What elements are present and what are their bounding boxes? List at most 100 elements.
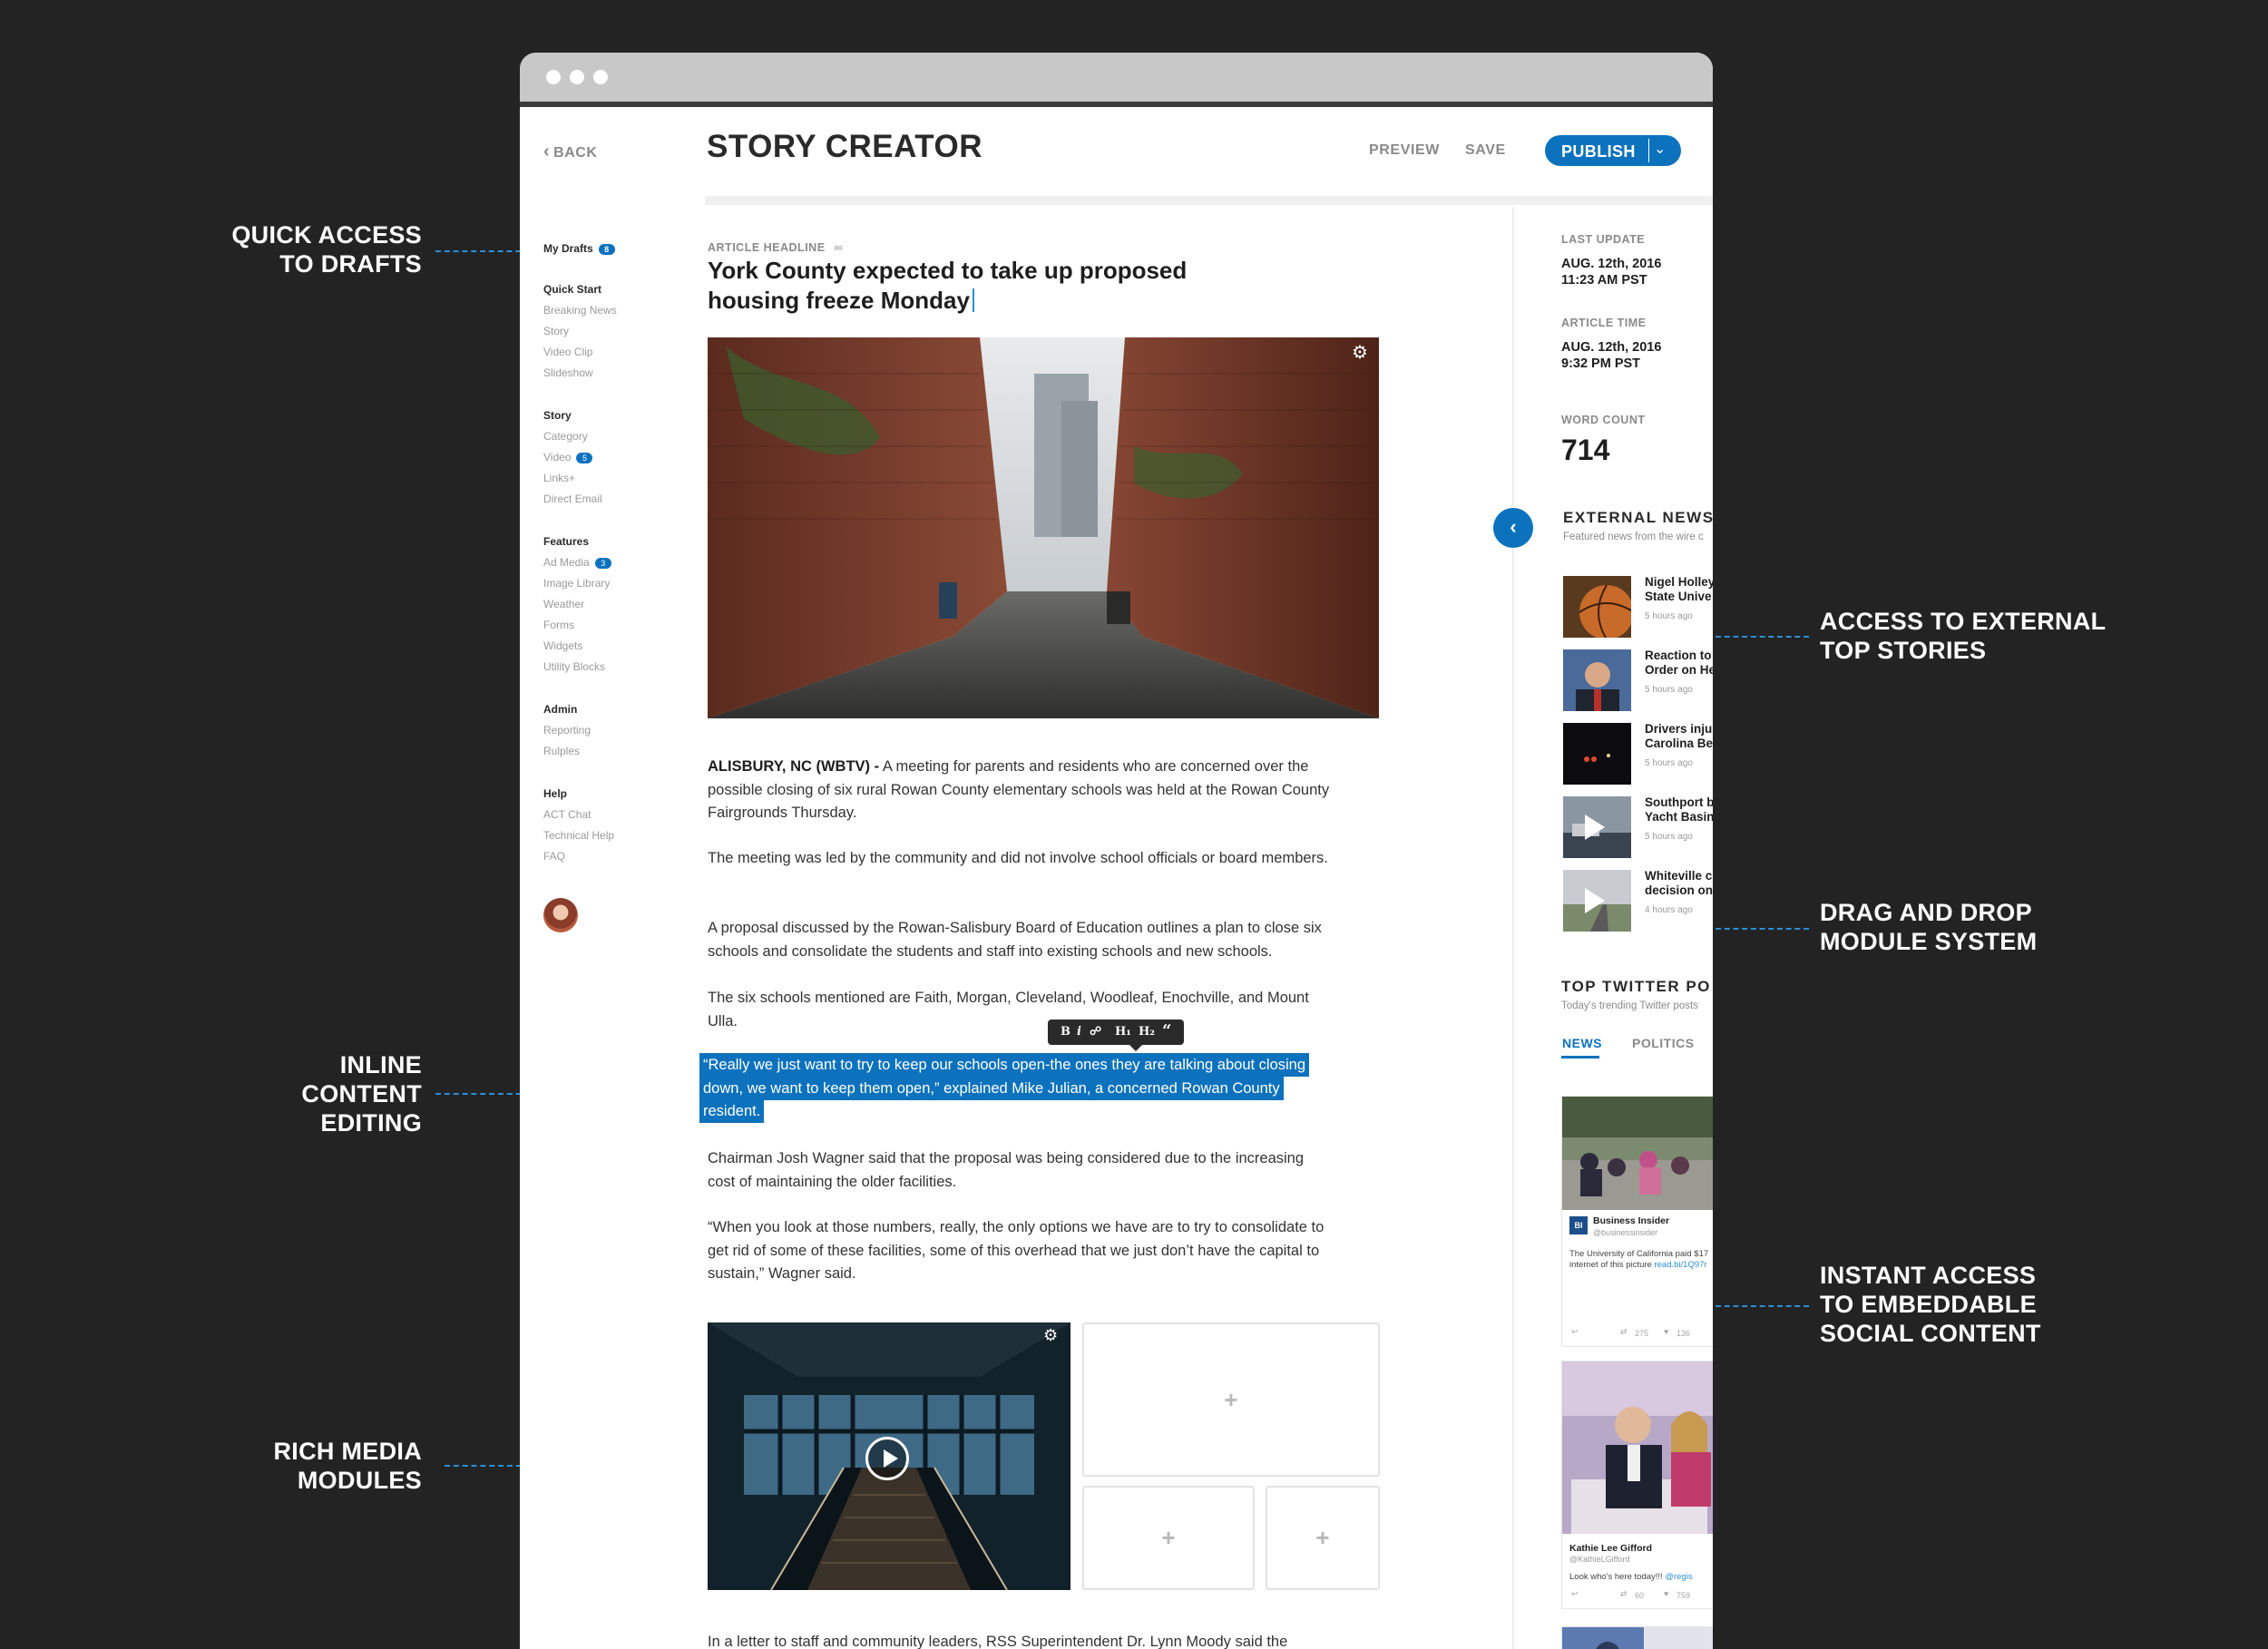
highlighted-quote-selection[interactable]: “Really we just want to try to keep our … xyxy=(703,1054,1311,1124)
news-title-3[interactable]: Drivers inju Carolina Be xyxy=(1645,722,1713,751)
tweet-card-business-insider[interactable]: BI Business Insider @businessinsider The… xyxy=(1561,1096,1713,1347)
article-paragraph-7[interactable]: In a letter to staff and community leade… xyxy=(708,1631,1334,1649)
news-title-1[interactable]: Nigel Holley State Unive xyxy=(1645,575,1713,604)
gear-icon[interactable]: ⚙ xyxy=(1043,1326,1058,1345)
article-paragraph-6[interactable]: “When you look at those numbers, really,… xyxy=(708,1216,1334,1286)
hero-image-alley[interactable]: ⚙ xyxy=(708,337,1379,718)
sidebar-item-category[interactable]: Category xyxy=(543,430,588,443)
tab-news[interactable]: NEWS xyxy=(1562,1036,1602,1050)
sidebar-item-links[interactable]: Links+ xyxy=(543,472,575,484)
sidebar-item-widgets[interactable]: Widgets xyxy=(543,639,582,652)
sidebar-item-story[interactable]: Story xyxy=(543,325,569,337)
play-icon[interactable] xyxy=(1585,815,1605,840)
bold-button[interactable]: B xyxy=(1061,1025,1070,1039)
window-close-dot[interactable] xyxy=(546,70,561,84)
article-paragraph-1[interactable]: ALISBURY, NC (WBTV) - A meeting for pare… xyxy=(708,756,1334,825)
preview-button[interactable]: PREVIEW xyxy=(1369,142,1440,159)
sidebar-item-video[interactable]: Video 5 xyxy=(543,451,593,463)
news-thumb-basketball[interactable] xyxy=(1563,576,1631,638)
video-count-badge: 5 xyxy=(576,452,593,463)
chevron-left-icon: ‹ xyxy=(1510,515,1517,538)
article-time-value: AUG. 12th, 2016 9:32 PM PST xyxy=(1561,340,1662,371)
sidebar-heading-story: Story xyxy=(543,409,572,422)
avatar[interactable] xyxy=(543,898,578,932)
like-icon[interactable]: ♥ xyxy=(1664,1589,1668,1598)
article-paragraph-3[interactable]: A proposal discussed by the Rowan-Salisb… xyxy=(708,917,1334,963)
sidebar-item-direct-email[interactable]: Direct Email xyxy=(543,493,602,505)
window-maximize-dot[interactable] xyxy=(593,70,608,84)
retweet-icon[interactable]: ⇄ xyxy=(1620,1327,1628,1337)
sidebar-item-image-library[interactable]: Image Library xyxy=(543,577,610,590)
reply-icon[interactable]: ↩ xyxy=(1571,1327,1579,1337)
article-paragraph-4[interactable]: The six schools mentioned are Faith, Mor… xyxy=(708,987,1334,1033)
save-button[interactable]: SAVE xyxy=(1465,142,1506,159)
chevron-down-icon[interactable]: ⌄ xyxy=(1654,140,1666,158)
add-media-slot-small-2[interactable]: + xyxy=(1266,1486,1380,1590)
retweet-count: 60 xyxy=(1635,1591,1645,1600)
news-thumb-road-video[interactable] xyxy=(1563,870,1631,932)
news-thumb-politician[interactable] xyxy=(1563,649,1631,711)
twitter-title: TOP TWITTER PO xyxy=(1561,978,1711,995)
quote-button[interactable]: “ xyxy=(1162,1021,1171,1040)
window-minimize-dot[interactable] xyxy=(570,70,584,84)
collapse-panel-button[interactable]: ‹ xyxy=(1493,508,1533,548)
sidebar-item-rulples[interactable]: Rulples xyxy=(543,745,580,757)
play-icon[interactable] xyxy=(865,1437,909,1480)
link-icon[interactable]: ∞ xyxy=(835,240,844,254)
article-dateline: ALISBURY, NC (WBTV) - xyxy=(708,758,880,775)
news-thumb-night-road[interactable] xyxy=(1563,723,1631,785)
like-count: 136 xyxy=(1677,1329,1691,1338)
article-paragraph-2[interactable]: The meeting was led by the community and… xyxy=(708,847,1334,871)
tab-politics[interactable]: POLITICS xyxy=(1632,1036,1695,1050)
annotation-drag-drop-modules: DRAG AND DROP MODULE SYSTEM xyxy=(1820,899,2038,955)
like-icon[interactable]: ♥ xyxy=(1664,1327,1668,1336)
sidebar-heading-admin: Admin xyxy=(543,703,578,716)
add-media-slot-large[interactable]: + xyxy=(1082,1322,1380,1477)
sidebar-item-my-drafts[interactable]: My Drafts 8 xyxy=(543,242,615,255)
annotation-inline-content-editing: INLINE CONTENT EDITING xyxy=(301,1051,422,1137)
tweet-mention-link[interactable]: @regis xyxy=(1665,1572,1692,1582)
sidebar-item-breaking-news[interactable]: Breaking News xyxy=(543,304,617,317)
tweet-card-kathie-lee[interactable]: Kathie Lee Gifford @KathieLGifford Look … xyxy=(1561,1361,1713,1609)
heading-1-button[interactable]: H₁ xyxy=(1115,1025,1131,1039)
publish-button[interactable]: PUBLISH ⌄ xyxy=(1545,135,1681,166)
toolbar-pointer xyxy=(1129,1045,1142,1051)
sidebar-item-act-chat[interactable]: ACT Chat xyxy=(543,808,591,821)
article-headline[interactable]: York County expected to take up proposed… xyxy=(708,256,1270,316)
like-count: 759 xyxy=(1677,1591,1691,1600)
news-title-2[interactable]: Reaction to Order on He xyxy=(1645,649,1713,678)
browser-titlebar xyxy=(520,53,1713,102)
retweet-icon[interactable]: ⇄ xyxy=(1620,1589,1628,1599)
tweet-card-partial[interactable] xyxy=(1561,1626,1713,1649)
sidebar-item-reporting[interactable]: Reporting xyxy=(543,724,591,737)
news-title-4[interactable]: Southport b Yacht Basin xyxy=(1645,795,1713,824)
article-paragraph-5[interactable]: Chairman Josh Wagner said that the propo… xyxy=(708,1147,1334,1194)
news-thumb-yacht-video[interactable] xyxy=(1563,796,1631,858)
italic-button[interactable]: i xyxy=(1077,1025,1081,1039)
news-time-4: 5 hours ago xyxy=(1645,832,1693,842)
back-button[interactable]: ‹ BACK xyxy=(543,141,597,162)
gear-icon[interactable]: ⚙ xyxy=(1352,341,1368,364)
tweet-author-name: Business Insider xyxy=(1593,1215,1670,1226)
video-module[interactable]: ⚙ xyxy=(708,1322,1070,1590)
heading-2-button[interactable]: H₂ xyxy=(1139,1025,1155,1039)
sidebar-item-slideshow[interactable]: Slideshow xyxy=(543,366,593,379)
link-button[interactable]: ☍ xyxy=(1090,1025,1101,1039)
sidebar-item-faq[interactable]: FAQ xyxy=(543,850,565,863)
sidebar-item-video-clip[interactable]: Video Clip xyxy=(543,346,592,358)
plus-icon: + xyxy=(1161,1524,1176,1551)
sidebar-item-ad-media[interactable]: Ad Media 3 xyxy=(543,556,611,569)
inline-format-toolbar: B i ☍ H₁ H₂ “ xyxy=(1048,1020,1184,1051)
article-time-label: ARTICLE TIME xyxy=(1561,317,1647,329)
reply-icon[interactable]: ↩ xyxy=(1571,1589,1579,1599)
sidebar-item-utility-blocks[interactable]: Utility Blocks xyxy=(543,660,605,673)
sidebar-item-forms[interactable]: Forms xyxy=(543,619,574,631)
play-icon[interactable] xyxy=(1585,888,1605,913)
last-update-value: AUG. 12th, 2016 11:23 AM PST xyxy=(1561,257,1662,288)
news-time-2: 5 hours ago xyxy=(1645,685,1693,695)
add-media-slot-small-1[interactable]: + xyxy=(1082,1486,1255,1590)
sidebar-item-weather[interactable]: Weather xyxy=(543,598,584,610)
news-title-5[interactable]: Whiteville c decision on xyxy=(1645,869,1713,898)
tweet-link[interactable]: read.bi/1Q97r xyxy=(1654,1260,1706,1270)
sidebar-item-technical-help[interactable]: Technical Help xyxy=(543,829,614,842)
